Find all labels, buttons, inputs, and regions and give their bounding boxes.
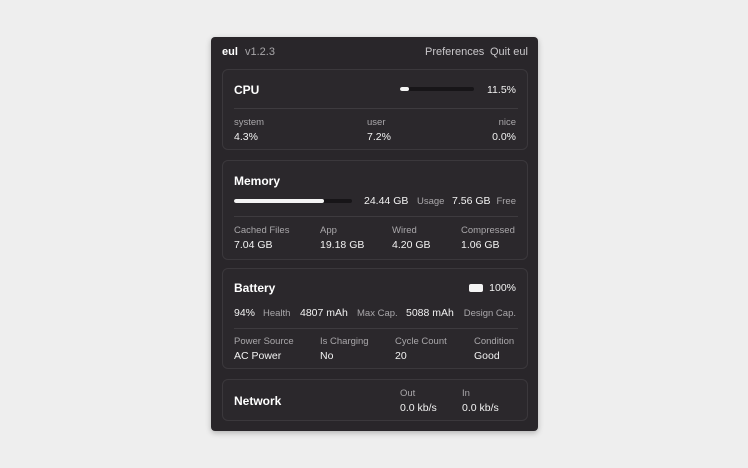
battery-title: Battery: [234, 281, 276, 295]
network-in-value: 0.0 kb/s: [462, 402, 499, 414]
battery-max-cap-value: 4807 mAh: [300, 307, 348, 319]
memory-app-value: 19.18 GB: [320, 239, 365, 251]
memory-compressed-value: 1.06 GB: [461, 239, 500, 251]
memory-divider: [234, 216, 518, 217]
memory-free-value: 7.56 GB: [452, 195, 491, 207]
battery-power-source-value: AC Power: [234, 350, 282, 362]
memory-title: Memory: [234, 174, 281, 188]
app-name: eul: [222, 46, 238, 58]
memory-used-value: 24.44 GB: [364, 195, 409, 207]
network-out-value: 0.0 kb/s: [400, 402, 437, 414]
battery-max-cap-label: Max Cap.: [357, 308, 398, 319]
battery-charging-value: No: [320, 350, 334, 362]
cpu-nice-label: nice: [498, 117, 516, 128]
battery-condition-label: Condition: [474, 336, 515, 347]
network-in-label: In: [462, 388, 470, 399]
battery-design-cap-label: Design Cap.: [463, 308, 516, 319]
battery-design-cap-value: 5088 mAh: [406, 307, 454, 319]
cpu-divider: [234, 108, 518, 109]
panel-header: eul v1.2.3 Preferences Quit eul: [211, 37, 538, 65]
cpu-title: CPU: [234, 83, 260, 97]
battery-card: Battery 100% 94% Health 4807 mAh Max Cap…: [222, 268, 528, 369]
memory-free-label: Free: [496, 196, 516, 207]
network-card: Network Out 0.0 kb/s In 0.0 kb/s: [222, 379, 528, 421]
battery-cycle-count-value: 20: [395, 350, 407, 362]
app-version: v1.2.3: [245, 46, 275, 58]
network-out-label: Out: [400, 388, 416, 399]
battery-power-source-label: Power Source: [234, 336, 294, 347]
memory-usage-bar-fill: [234, 199, 324, 203]
battery-cycle-count-label: Cycle Count: [395, 336, 447, 347]
battery-full-icon: [469, 284, 483, 292]
battery-charging-label: Is Charging: [320, 336, 369, 347]
battery-level-value: 100%: [489, 282, 516, 294]
memory-cached-label: Cached Files: [234, 225, 290, 236]
cpu-user-label: user: [367, 117, 386, 128]
memory-usage-bar: [234, 199, 352, 203]
battery-divider: [234, 328, 518, 329]
cpu-usage-bar: [400, 87, 474, 91]
memory-card: Memory 24.44 GB Usage 7.56 GB Free Cache…: [222, 160, 528, 260]
cpu-usage-value: 11.5%: [487, 84, 516, 96]
memory-wired-label: Wired: [392, 225, 417, 236]
cpu-system-label: system: [234, 117, 265, 128]
cpu-nice-value: 0.0%: [492, 131, 516, 143]
memory-wired-value: 4.20 GB: [392, 239, 431, 251]
battery-condition-value: Good: [474, 350, 500, 362]
memory-compressed-label: Compressed: [461, 225, 515, 236]
preferences-button[interactable]: Preferences: [425, 46, 484, 58]
cpu-usage-bar-fill: [400, 87, 409, 91]
battery-health-label: Health: [263, 308, 291, 319]
cpu-user-value: 7.2%: [367, 131, 391, 143]
memory-app-label: App: [320, 225, 337, 236]
eul-menu-panel: eul v1.2.3 Preferences Quit eul CPU 11.5…: [211, 37, 538, 431]
quit-button[interactable]: Quit eul: [490, 46, 528, 58]
battery-health-value: 94%: [234, 307, 256, 319]
memory-used-label: Usage: [417, 196, 445, 207]
cpu-system-value: 4.3%: [234, 131, 258, 143]
memory-cached-value: 7.04 GB: [234, 239, 273, 251]
network-title: Network: [234, 394, 282, 408]
cpu-card: CPU 11.5% system 4.3% user 7.2% nice 0.0…: [222, 69, 528, 150]
